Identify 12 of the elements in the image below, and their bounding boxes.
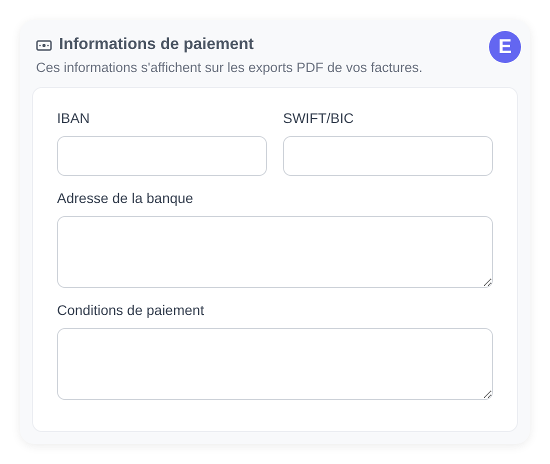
input-field[interactable] bbox=[57, 136, 267, 176]
field-label: SWIFT/BIC bbox=[283, 110, 355, 126]
text-area[interactable] bbox=[57, 328, 493, 400]
text-area[interactable] bbox=[57, 216, 493, 288]
field-label: IBAN bbox=[57, 110, 91, 126]
avatar-badge: E bbox=[489, 31, 521, 63]
banknote-icon bbox=[36, 40, 52, 50]
input-field[interactable] bbox=[283, 136, 493, 176]
section-subtitle: Ces informations s'affichent sur les exports PDF de vos factures. bbox=[36, 60, 422, 75]
field-label: Adresse de la banque bbox=[57, 190, 194, 206]
field-label: Conditions de paiement bbox=[57, 302, 206, 318]
section-title: Informations de paiement bbox=[59, 36, 254, 54]
